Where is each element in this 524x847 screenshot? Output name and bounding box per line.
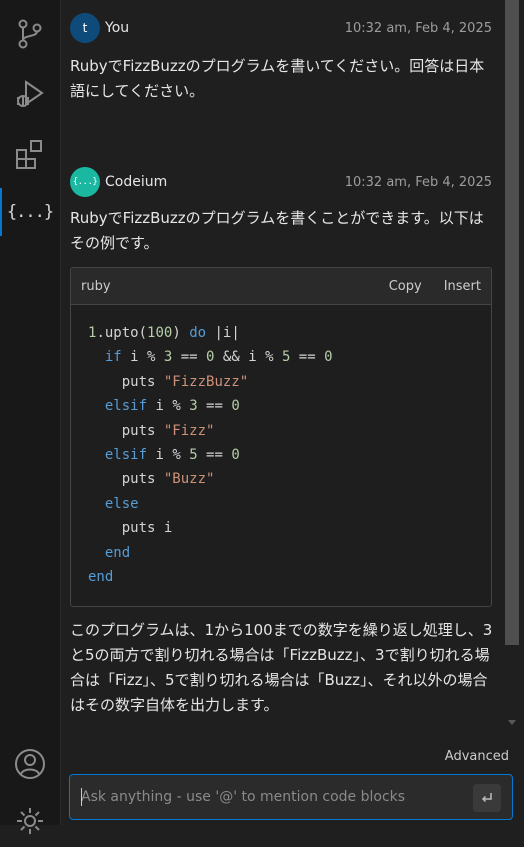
bot-name: Codeium — [105, 174, 168, 190]
code-line: puts "Fizz" — [121, 422, 215, 439]
user-message-header: t You 10:32 am, Feb 4, 2025 — [70, 13, 492, 43]
text-caret — [81, 788, 82, 806]
code-line: 1.upto(100) do |i| — [88, 325, 240, 341]
bot-message-header: {...} Codeium 10:32 am, Feb 4, 2025 — [70, 167, 492, 197]
advanced-link[interactable]: Advanced — [445, 749, 509, 764]
code-line: else — [104, 495, 139, 512]
insert-button[interactable]: Insert — [444, 279, 481, 294]
code-content: 1.upto(100) do |i| if i % 3 == 0 && i % … — [71, 305, 491, 589]
codeium-chat-icon[interactable]: {...} — [0, 186, 60, 238]
activity-bar: {...} — [0, 0, 61, 834]
code-line: end — [88, 569, 114, 586]
chat-input-box[interactable] — [69, 774, 513, 820]
account-icon[interactable] — [0, 738, 60, 790]
scroll-down-arrow-icon[interactable] — [508, 720, 516, 725]
scrollbar-thumb[interactable] — [505, 0, 519, 645]
code-line: puts i — [121, 520, 173, 537]
source-control-icon[interactable] — [0, 8, 60, 60]
settings-icon[interactable] — [0, 795, 60, 847]
user-timestamp: 10:32 am, Feb 4, 2025 — [344, 20, 492, 36]
code-line: elsif i % 5 == 0 — [104, 447, 240, 464]
bot-explanation-text: このプログラムは、1から100までの数字を繰り返し処理し、3と5の両方で割り切れ… — [70, 621, 493, 714]
run-debug-icon[interactable] — [0, 68, 60, 120]
user-avatar: t — [70, 13, 100, 43]
code-line: end — [104, 544, 131, 561]
code-line: elsif i % 3 == 0 — [104, 398, 240, 415]
user-name: You — [105, 20, 130, 36]
send-button[interactable] — [473, 784, 501, 812]
code-block: ruby Copy Insert 1.upto(100) do |i| if i… — [70, 267, 492, 607]
copy-button[interactable]: Copy — [389, 279, 422, 294]
chat-panel: t You 10:32 am, Feb 4, 2025 RubyでFizzBuz… — [61, 0, 503, 745]
code-line: puts "FizzBuzz" — [121, 373, 249, 390]
code-block-header: ruby Copy Insert — [71, 268, 491, 305]
bot-timestamp: 10:32 am, Feb 4, 2025 — [344, 174, 492, 190]
bot-intro-text: RubyでFizzBuzzのプログラムを書くことができます。以下はその例です。 — [70, 209, 484, 252]
chat-input[interactable] — [81, 775, 461, 819]
user-message-text: RubyでFizzBuzzのプログラムを書いてください。回答は日本語にしてくださ… — [70, 57, 485, 100]
enter-icon — [481, 793, 492, 803]
code-line: if i % 3 == 0 && i % 5 == 0 — [104, 349, 333, 366]
chat-scrollbar[interactable] — [505, 0, 519, 745]
codeium-avatar: {...} — [70, 167, 100, 197]
code-language-label: ruby — [81, 278, 111, 294]
extensions-icon[interactable] — [0, 128, 60, 180]
codeium-chat-icon-glyph: {...} — [6, 202, 54, 222]
code-line: puts "Buzz" — [121, 471, 215, 488]
